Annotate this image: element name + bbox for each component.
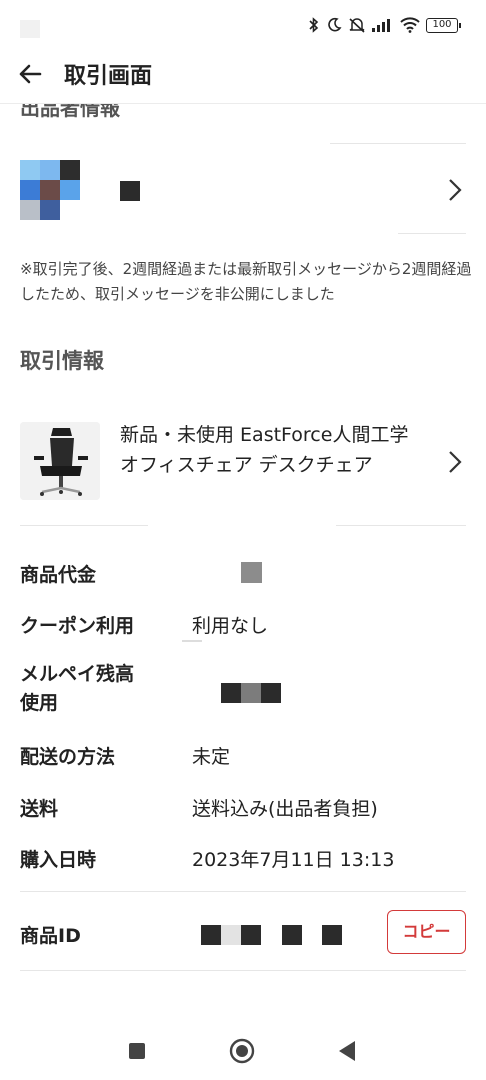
- merpay-value-redacted: [221, 683, 281, 703]
- chevron-right-icon: [449, 179, 462, 201]
- signal-icon: [372, 19, 390, 32]
- divider: [398, 233, 466, 234]
- wifi-icon: [400, 17, 420, 33]
- item-id-label: 商品ID: [20, 925, 81, 947]
- shipping-fee-value: 送料込み(出品者負担): [192, 798, 378, 820]
- moon-icon: [328, 17, 342, 32]
- price-label: 商品代金: [20, 564, 97, 586]
- seller-name-redacted: [120, 181, 140, 201]
- home-icon[interactable]: [229, 1038, 255, 1064]
- divider: [20, 970, 466, 971]
- notice-text: ※取引完了後、2週間経過または最新取引メッセージから2週間経過したため、取引メッ…: [20, 260, 472, 303]
- seller-section-title: 出品者情報: [20, 104, 120, 120]
- back-nav-icon[interactable]: [337, 1040, 357, 1062]
- battery-icon: 100: [426, 17, 461, 33]
- battery-level: 100: [432, 18, 452, 30]
- divider: [20, 525, 148, 526]
- shipping-fee-label: 送料: [20, 798, 59, 820]
- notification-icon: [20, 20, 40, 38]
- divider: [336, 525, 466, 526]
- shipping-method-label: 配送の方法: [20, 746, 116, 768]
- bluetooth-icon: [309, 17, 319, 33]
- divider: [330, 143, 466, 144]
- page-title: 取引画面: [64, 64, 153, 89]
- status-icons: 100: [308, 14, 461, 36]
- system-navigation-bar: [0, 1020, 486, 1080]
- divider: [20, 891, 466, 892]
- product-thumbnail: [20, 422, 100, 500]
- transaction-section-title: 取引情報: [20, 349, 104, 373]
- back-arrow-icon[interactable]: [16, 60, 44, 88]
- header: 取引画面: [0, 48, 486, 104]
- purchase-date-label: 購入日時: [20, 849, 97, 871]
- seller-row[interactable]: [20, 160, 466, 222]
- purchase-date-value: 2023年7月11日 13:13: [192, 849, 395, 871]
- shipping-method-value: 未定: [192, 746, 231, 768]
- recent-apps-icon[interactable]: [128, 1042, 146, 1060]
- office-chair-image: [20, 422, 100, 500]
- divider: [182, 640, 202, 642]
- seller-avatar: [20, 160, 80, 220]
- price-redacted: [241, 562, 262, 583]
- status-bar: 100: [0, 0, 486, 48]
- merpay-label: メルペイ残高使用: [20, 663, 135, 714]
- product-row[interactable]: 新品・未使用 EastForce人間工学 オフィスチェア デスクチェア: [20, 420, 466, 504]
- seller-section-title-clip: 出品者情報: [20, 104, 220, 122]
- silent-icon: [349, 18, 365, 33]
- coupon-label: クーポン利用: [20, 615, 135, 637]
- product-name: 新品・未使用 EastForce人間工学 オフィスチェア デスクチェア: [120, 424, 409, 476]
- coupon-value: 利用なし: [192, 615, 269, 637]
- chevron-right-icon: [449, 451, 462, 473]
- item-id-redacted: [201, 925, 343, 945]
- copy-button[interactable]: コピー: [387, 910, 466, 954]
